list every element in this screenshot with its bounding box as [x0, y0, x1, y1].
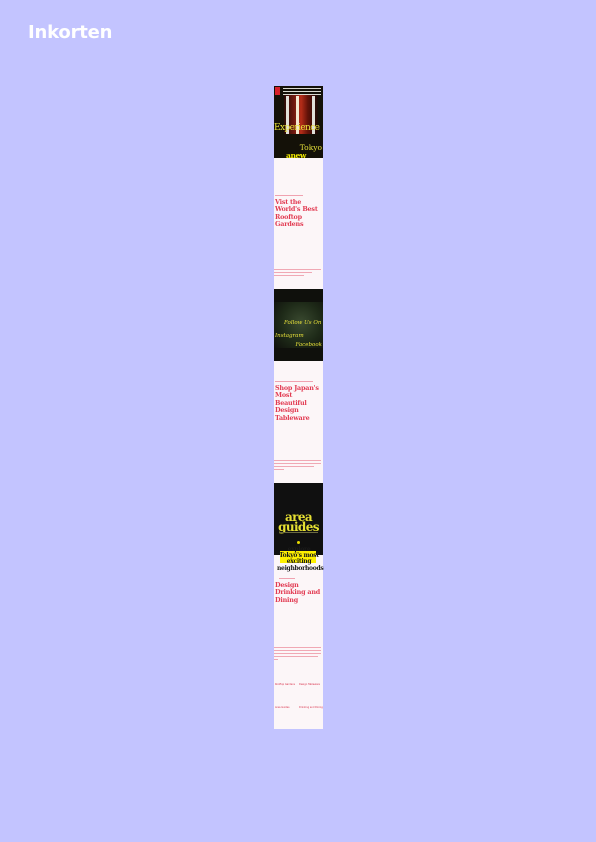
area-guides-rule — [279, 532, 318, 533]
social-line-instagram: Instagram — [275, 333, 304, 339]
section-kicker — [275, 195, 303, 196]
explore-text: explore Tokyo's most exciting neighborho… — [277, 546, 324, 572]
page-title: Inkorten — [28, 22, 113, 43]
footer-link[interactable]: Area Guides — [275, 706, 290, 709]
hero-image-social: Follow Us On Instagram Facebook — [274, 289, 323, 361]
bullet-dot — [297, 541, 300, 544]
footer-link[interactable]: Drinking and Dining — [299, 706, 323, 709]
social-line-facebook: Facebook — [295, 342, 322, 348]
section-body-text — [274, 460, 321, 472]
area-guides-line2: guides — [278, 520, 319, 534]
section-kicker — [275, 381, 313, 382]
section-body-text — [274, 269, 321, 278]
explore-callout: explore Tokyo's most exciting neighborho… — [274, 541, 324, 571]
document-thumbnail[interactable]: Experience Tokyo anew Vist the World's B… — [274, 86, 323, 729]
footer-link[interactable]: Rooftop Gardens — [275, 683, 295, 686]
hero-title: Experience — [274, 123, 320, 133]
social-line-follow: Follow Us On — [284, 320, 322, 326]
brand-logo — [275, 87, 280, 95]
section-kicker — [279, 578, 295, 579]
section-headline-rooftop: Vist the World's Best Rooftop Gardens — [275, 198, 318, 229]
footer-link[interactable]: Design Tableware — [299, 683, 320, 686]
section-body-text — [274, 647, 321, 662]
hero-now: anew — [286, 151, 306, 158]
section-headline-tableware: Shop Japan's Most Beautiful Design Table… — [275, 384, 319, 422]
hero-image-experience-tokyo: Experience Tokyo anew — [274, 86, 323, 158]
section-headline-dining: Design Drinking and Dining — [275, 581, 321, 604]
hero-caption-lines — [283, 88, 321, 97]
